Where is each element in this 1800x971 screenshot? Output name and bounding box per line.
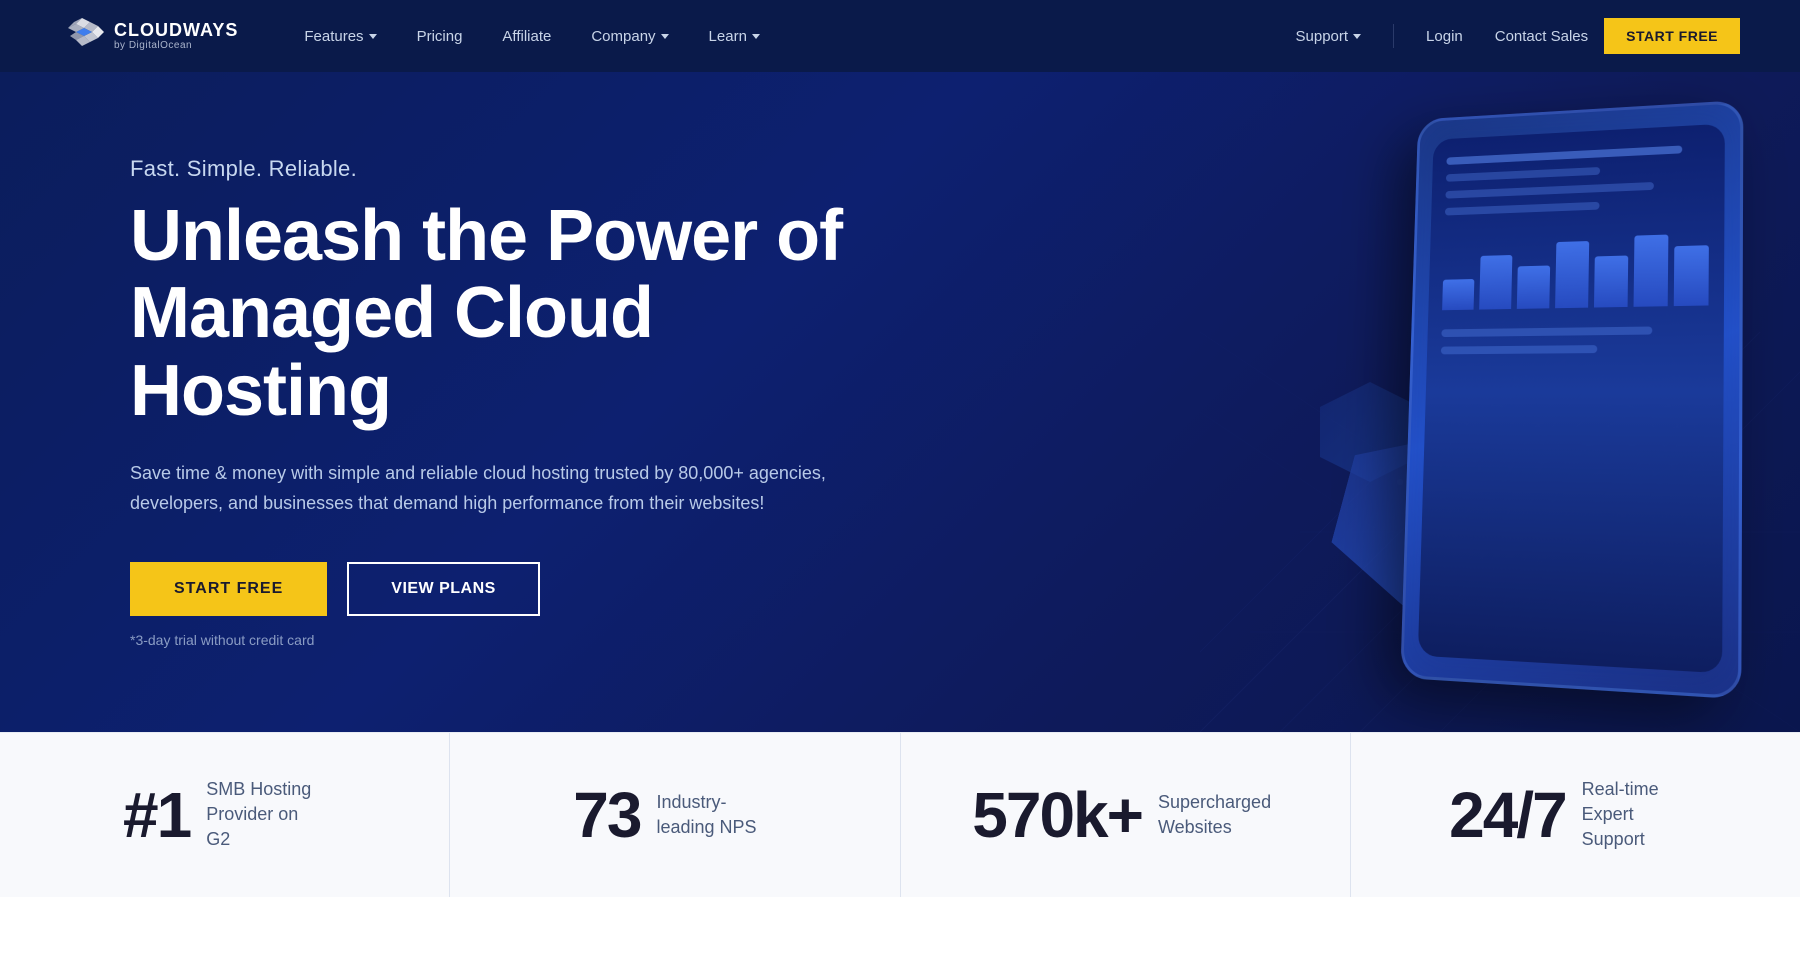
stat-number-4: 24/7 [1449,783,1566,847]
hero-view-plans-button[interactable]: VIEW PLANS [347,562,540,616]
chart-bar [1555,241,1589,308]
device-mockup [1400,102,1740,682]
hero-content: Fast. Simple. Reliable. Unleash the Powe… [130,156,910,649]
nav-divider [1393,24,1394,48]
chevron-down-icon [369,34,377,39]
chart-bar [1479,255,1512,310]
stat-desc-3: Supercharged Websites [1158,790,1278,840]
hero-graphic [1020,72,1800,732]
chart-bar [1634,235,1669,307]
nav-contact-sales[interactable]: Contact Sales [1479,20,1604,53]
stat-item-4: 24/7 Real-time Expert Support [1351,733,1800,897]
nav-pricing[interactable]: Pricing [401,20,479,53]
nav-company[interactable]: Company [575,20,684,53]
chevron-down-icon [752,34,760,39]
logo-icon [60,18,104,54]
chart-bar [1517,265,1550,308]
screen-bar [1446,146,1682,165]
stat-desc-2: Industry-leading NPS [656,790,776,840]
hero-tagline: Fast. Simple. Reliable. [130,156,910,182]
hero-description: Save time & money with simple and reliab… [130,459,850,518]
chevron-down-icon [1353,34,1361,39]
nav-support[interactable]: Support [1280,20,1378,53]
stat-desc-1: SMB HostingProvider on G2 [206,777,326,853]
brand-name: CLOUDWAYS [114,21,238,41]
screen-chart [1442,225,1709,310]
chart-bar [1674,245,1709,306]
screen-bar [1445,182,1654,199]
stat-item-3: 570k+ Supercharged Websites [901,733,1351,897]
nav-links: Features Pricing Affiliate Company Learn [288,20,1279,53]
stat-number-3: 570k+ [972,783,1142,847]
screen-bar [1441,326,1652,337]
screen-bar [1445,202,1600,216]
hero-start-free-button[interactable]: START FREE [130,562,327,616]
hero-trial-note: *3-day trial without credit card [130,632,910,648]
nav-start-free-button[interactable]: START FREE [1604,18,1740,54]
chevron-down-icon [661,34,669,39]
nav-learn[interactable]: Learn [693,20,776,53]
navbar: CLOUDWAYS by DigitalOcean Features Prici… [0,0,1800,72]
brand-sub: by DigitalOcean [114,40,238,51]
nav-affiliate[interactable]: Affiliate [486,20,567,53]
chart-bar [1594,255,1628,307]
nav-features[interactable]: Features [288,20,392,53]
stat-number-1: #1 [123,783,190,847]
hero-section: Fast. Simple. Reliable. Unleash the Powe… [0,72,1800,732]
nav-right: Support Login Contact Sales START FREE [1280,18,1741,54]
hero-title: Unleash the Power of Managed Cloud Hosti… [130,198,910,431]
stats-bar: #1 SMB HostingProvider on G2 73 Industry… [0,732,1800,897]
nav-login[interactable]: Login [1410,20,1479,53]
screen-bar [1446,167,1601,182]
logo[interactable]: CLOUDWAYS by DigitalOcean [60,18,238,54]
screen-bar [1441,345,1598,354]
stat-item-2: 73 Industry-leading NPS [450,733,900,897]
hero-buttons: START FREE VIEW PLANS [130,562,910,616]
chart-bar [1442,279,1474,310]
stat-number-2: 73 [573,783,640,847]
stat-item-1: #1 SMB HostingProvider on G2 [0,733,450,897]
stat-desc-4: Real-time Expert Support [1582,777,1702,853]
